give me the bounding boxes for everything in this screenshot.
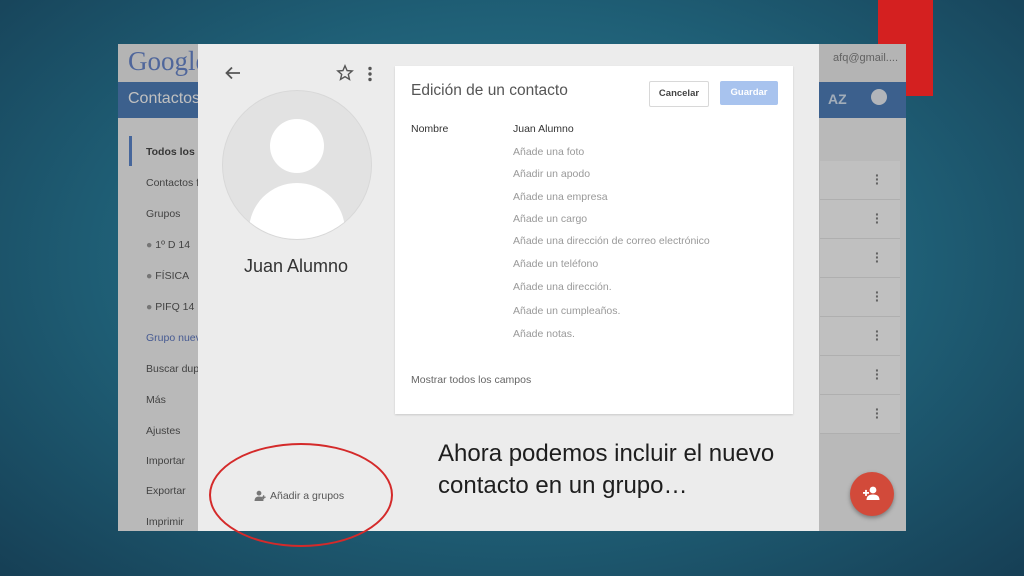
show-all-fields-link[interactable]: Mostrar todos los campos: [411, 374, 531, 386]
edit-title: Edición de un contacto: [411, 82, 568, 99]
name-field-value[interactable]: Juan Alumno: [513, 123, 574, 135]
back-arrow-icon[interactable]: [224, 64, 242, 82]
add-company-field[interactable]: Añade una empresa: [513, 191, 608, 203]
avatar-body-shape: [249, 183, 345, 239]
add-nickname-field[interactable]: Añadir un apodo: [513, 168, 590, 180]
add-notes-field[interactable]: Añade notas.: [513, 328, 575, 340]
highlight-circle: [209, 443, 393, 547]
add-phone-field[interactable]: Añade un teléfono: [513, 258, 598, 270]
add-person-button[interactable]: [850, 472, 894, 516]
star-icon[interactable]: [336, 64, 354, 82]
slide-caption: Ahora podemos incluir el nuevo contacto …: [438, 438, 774, 502]
save-button[interactable]: Guardar: [720, 81, 778, 105]
add-person-icon: [863, 486, 880, 500]
add-address-field[interactable]: Añade una dirección.: [513, 281, 612, 293]
contact-name-heading: Juan Alumno: [243, 256, 349, 276]
edit-contact-card: Edición de un contacto Cancelar Guardar …: [395, 66, 793, 414]
more-vert-icon[interactable]: [366, 66, 374, 82]
caption-line: Ahora podemos incluir el nuevo: [438, 440, 775, 467]
cancel-button[interactable]: Cancelar: [649, 81, 709, 107]
add-job-title-field[interactable]: Añade un cargo: [513, 213, 587, 225]
add-photo-field[interactable]: Añade una foto: [513, 146, 584, 158]
add-birthday-field[interactable]: Añade un cumpleaños.: [513, 305, 620, 317]
avatar-head-shape: [270, 119, 324, 173]
avatar[interactable]: [222, 90, 372, 240]
add-email-field[interactable]: Añade una dirección de correo electrónic…: [513, 235, 710, 247]
caption-line: contacto en un grupo…: [438, 472, 688, 499]
name-field-label: Nombre: [411, 123, 449, 135]
